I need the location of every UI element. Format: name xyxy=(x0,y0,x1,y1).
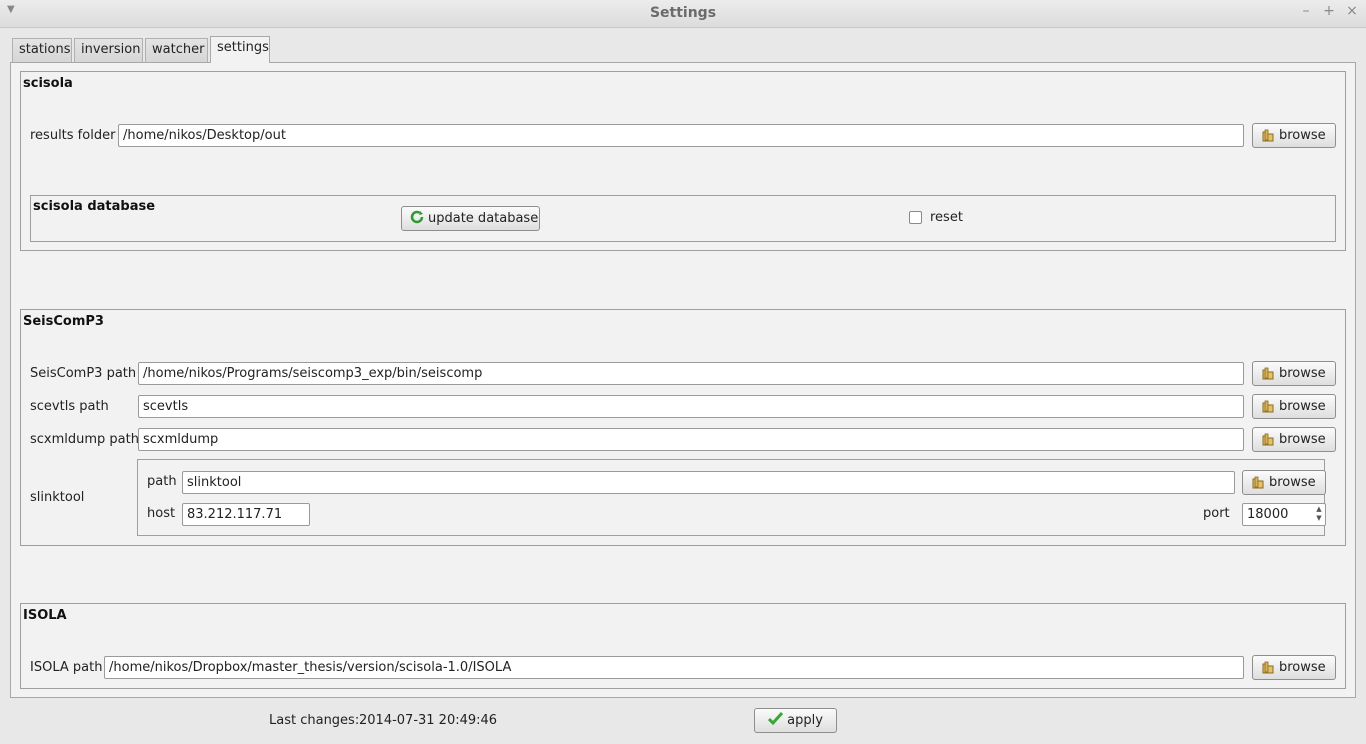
isola-group: ISOLA ISOLA path /home/nikos/Dropbox/mas… xyxy=(20,603,1346,689)
scxmldump-browse-button[interactable]: browse xyxy=(1252,427,1336,452)
close-icon[interactable]: × xyxy=(1345,3,1359,19)
spin-arrows-icon[interactable]: ▲ ▼ xyxy=(1314,505,1324,524)
isola-path-input[interactable]: /home/nikos/Dropbox/master_thesis/versio… xyxy=(104,656,1244,679)
scxmldump-path-input[interactable]: scxmldump xyxy=(138,428,1244,451)
refresh-icon xyxy=(410,210,424,228)
reset-label: reset xyxy=(930,210,963,225)
isola-path-browse-button[interactable]: browse xyxy=(1252,655,1336,680)
seiscomp3-group: SeisComP3 SeisComP3 path /home/nikos/Pro… xyxy=(20,309,1346,546)
tab-watcher[interactable]: watcher xyxy=(145,38,208,62)
scevtls-browse-button[interactable]: browse xyxy=(1252,394,1336,419)
folder-icon xyxy=(1251,476,1265,490)
folder-icon xyxy=(1261,433,1275,447)
slinktool-port-label: port xyxy=(1203,506,1230,521)
folder-icon xyxy=(1261,367,1275,381)
seiscomp3-path-browse-button[interactable]: browse xyxy=(1252,361,1336,386)
folder-icon xyxy=(1261,129,1275,143)
scxmldump-path-label: scxmldump path xyxy=(30,432,139,447)
isola-group-title: ISOLA xyxy=(23,608,67,623)
slinktool-host-label: host xyxy=(147,506,176,521)
scisola-group: scisola results folder /home/nikos/Deskt… xyxy=(20,71,1346,251)
scisola-database-title: scisola database xyxy=(33,199,156,214)
slinktool-path-label: path xyxy=(147,474,177,489)
tab-inversion[interactable]: inversion xyxy=(74,38,143,62)
scisola-database-group: scisola database update database reset xyxy=(30,195,1336,242)
seiscomp3-path-input[interactable]: /home/nikos/Programs/seiscomp3_exp/bin/s… xyxy=(138,362,1244,385)
update-database-button[interactable]: update database xyxy=(401,206,540,231)
scevtls-path-label: scevtls path xyxy=(30,399,109,414)
slinktool-port-spinbox[interactable]: 18000 ▲ ▼ xyxy=(1242,503,1326,526)
apply-button[interactable]: apply xyxy=(754,708,837,733)
last-changes-value: 2014-07-31 20:49:46 xyxy=(359,713,498,728)
title-bar: ▼ Settings – + × xyxy=(0,0,1366,28)
scevtls-path-input[interactable]: scevtls xyxy=(138,395,1244,418)
tab-settings[interactable]: settings xyxy=(210,36,270,63)
settings-pane: scisola results folder /home/nikos/Deskt… xyxy=(10,62,1356,698)
results-folder-browse-button[interactable]: browse xyxy=(1252,123,1336,148)
minimize-icon[interactable]: – xyxy=(1299,3,1313,19)
folder-icon xyxy=(1261,400,1275,414)
slinktool-group: path slinktool browse host 83.212.117.71… xyxy=(137,459,1326,536)
slinktool-path-input[interactable]: slinktool xyxy=(182,471,1235,494)
slinktool-label: slinktool xyxy=(30,490,85,505)
last-changes-label: Last changes: xyxy=(269,713,360,728)
scisola-group-title: scisola xyxy=(23,76,73,91)
seiscomp3-group-title: SeisComP3 xyxy=(23,314,104,329)
window-title: Settings xyxy=(649,5,717,21)
slinktool-browse-button[interactable]: browse xyxy=(1242,470,1326,495)
results-folder-label: results folder xyxy=(30,128,116,143)
results-folder-input[interactable]: /home/nikos/Desktop/out xyxy=(118,124,1244,147)
slinktool-port-value: 18000 xyxy=(1247,507,1289,522)
maximize-icon[interactable]: + xyxy=(1322,3,1336,19)
reset-checkbox[interactable] xyxy=(909,211,922,224)
seiscomp3-path-label: SeisComP3 path xyxy=(30,366,137,381)
isola-path-label: ISOLA path xyxy=(30,660,103,675)
folder-icon xyxy=(1261,661,1275,675)
slinktool-host-input[interactable]: 83.212.117.71 xyxy=(182,503,310,526)
check-icon xyxy=(768,711,784,729)
tab-stations[interactable]: stations xyxy=(12,38,72,62)
